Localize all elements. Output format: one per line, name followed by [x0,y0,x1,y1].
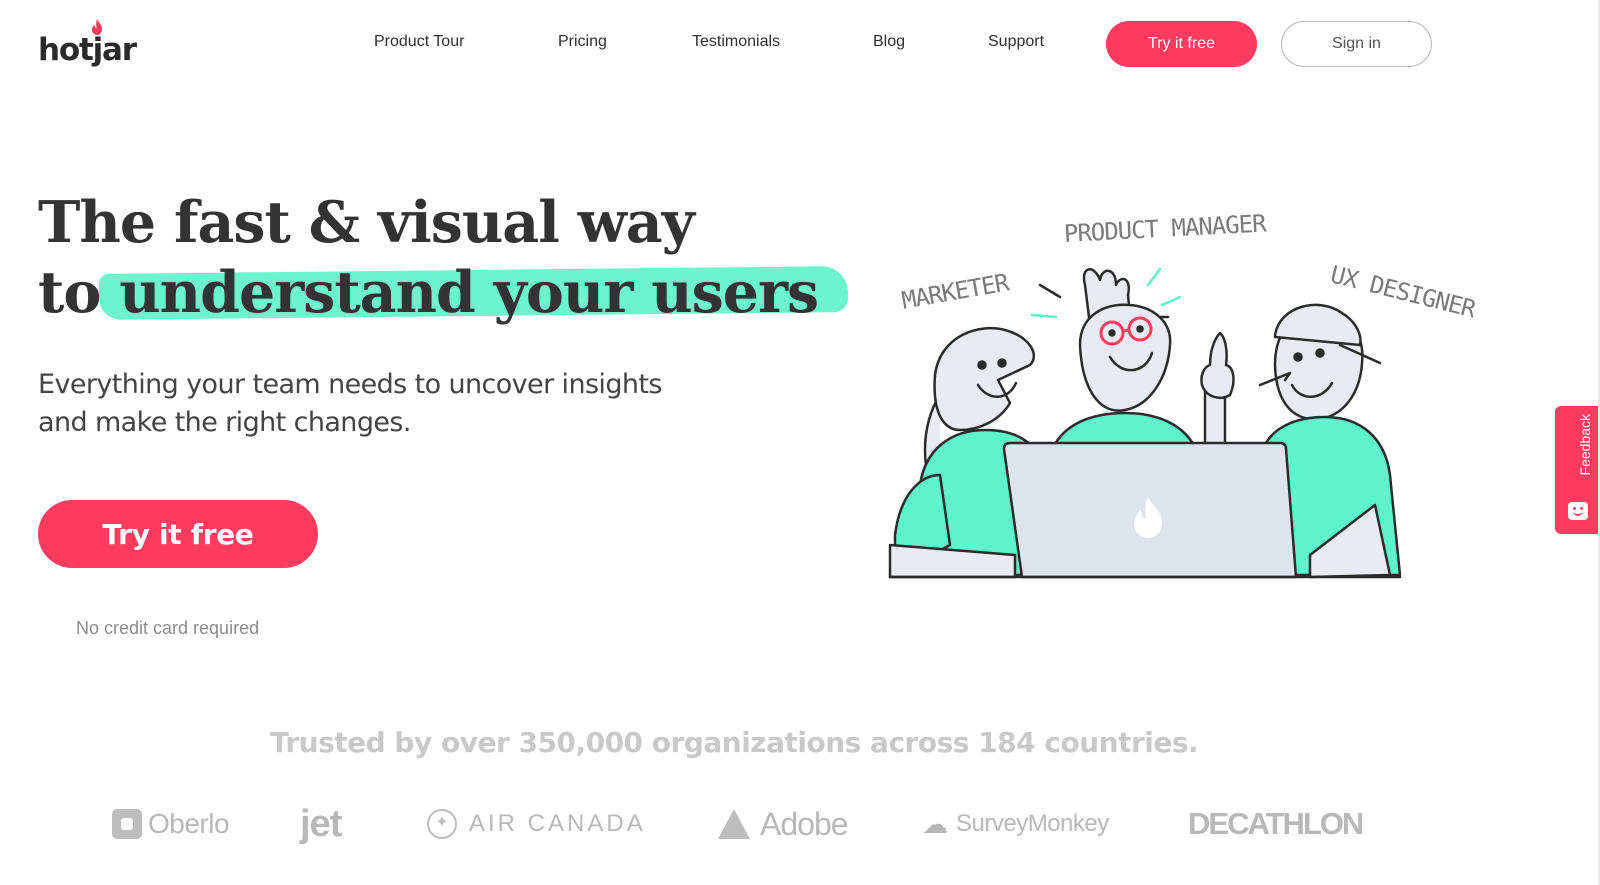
nav-support[interactable]: Support [988,33,1044,51]
headline-line-2: to understand your users [38,258,849,328]
logo-jet: jet [300,802,342,845]
team-illustration: MARKETER PRODUCT MANAGER UX DESIGNER [880,205,1478,605]
hero-try-free-button[interactable]: Try it free [38,500,318,568]
customer-logos: Oberlo jet ✦ AIR CANADA Adobe ☁ SurveyMo… [0,800,1600,848]
logo-air-canada: ✦ AIR CANADA [427,800,646,848]
logo-surveymonkey: ☁ SurveyMonkey [922,808,1109,839]
feedback-smile-icon [1568,502,1588,520]
flame-icon [92,19,102,35]
trusted-by-heading: Trusted by over 350,000 organizations ac… [269,726,1199,759]
no-credit-card-note: No credit card required [76,618,260,638]
header-try-free-button[interactable]: Try it free [1106,21,1257,67]
surveymonkey-icon: ☁ [922,808,948,839]
maple-leaf-icon: ✦ [427,809,457,839]
oberlo-icon [112,809,142,839]
logo-adobe: Adobe [718,800,849,848]
nav-product-tour[interactable]: Product Tour [374,33,464,51]
hero-subheadline: Everything your team needs to uncover in… [38,369,662,438]
nav-testimonials[interactable]: Testimonials [692,33,780,51]
people-drawing [888,267,1402,579]
adobe-icon [718,809,750,839]
feedback-label: Feedback [1577,414,1593,476]
hotjar-logo[interactable]: hotjar [38,19,137,68]
nav-blog[interactable]: Blog [873,33,905,51]
feedback-tab[interactable]: Feedback [1555,406,1600,534]
logo-decathlon: DECATHLON [1188,806,1364,841]
headline-prefix: to [38,259,101,326]
sign-in-button[interactable]: Sign in [1281,21,1432,67]
logo-oberlo: Oberlo [112,800,230,848]
highlight-text: understand your users [119,259,819,326]
nav-pricing[interactable]: Pricing [558,33,607,51]
logo-text: hotjar [38,32,137,68]
hero-headline: The fast & visual way to understand your… [38,188,849,328]
headline-highlight: understand your users [98,258,849,328]
headline-line-1: The fast & visual way [38,189,695,256]
site-header: hotjar Product Tour Pricing Testimonials… [0,0,1600,90]
